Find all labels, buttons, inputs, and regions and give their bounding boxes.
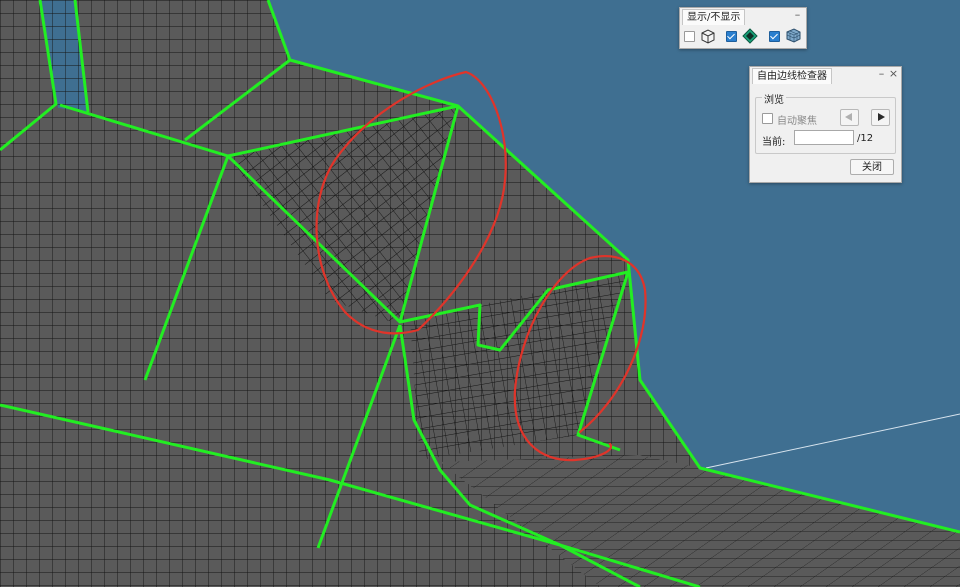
close-icon[interactable]: × [888, 68, 899, 81]
current-label: 当前: [762, 137, 786, 148]
free-edge-checker-panel: 自由边线检查器 – × 浏览 自动聚焦 当前: /12 关闭 [749, 66, 902, 183]
triangle-left-icon [845, 113, 852, 121]
free-edge-checker-title-bar[interactable]: 自由边线检查器 – × [750, 67, 901, 84]
next-edge-button[interactable] [871, 109, 890, 126]
minimize-icon[interactable]: – [876, 68, 887, 81]
browse-group-label: 浏览 [762, 91, 786, 106]
free-edge-checker-title: 自由边线检查器 [752, 68, 832, 84]
current-index-input[interactable] [794, 130, 854, 145]
previous-edge-button[interactable] [840, 109, 859, 126]
minimize-icon[interactable]: – [792, 9, 803, 22]
triangle-right-icon [878, 113, 885, 121]
toggle-wireframe-checkbox[interactable] [684, 31, 695, 42]
auto-focus-checkbox[interactable] [762, 113, 773, 124]
display-toggle-panel: 显示/不显示 – [679, 7, 807, 49]
display-panel-title-bar[interactable]: 显示/不显示 – [680, 8, 806, 25]
display-panel-title: 显示/不显示 [682, 9, 746, 25]
close-button[interactable]: 关闭 [850, 159, 894, 175]
mesh-cube-icon[interactable] [785, 27, 802, 44]
toggle-mesh-checkbox[interactable] [769, 31, 780, 42]
auto-focus-label: 自动聚焦 [777, 116, 817, 127]
toggle-shaded-checkbox[interactable] [726, 31, 737, 42]
shaded-part-icon[interactable] [742, 28, 758, 44]
total-count-label: /12 [857, 133, 874, 144]
wireframe-cube-icon[interactable] [700, 28, 716, 44]
